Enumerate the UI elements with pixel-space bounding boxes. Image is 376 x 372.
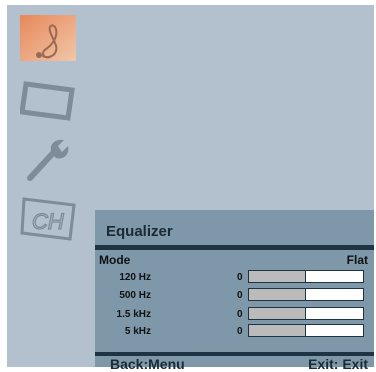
band-slider[interactable] [248, 324, 364, 337]
menu-screen: CH Equalizer Mode Flat 120 Hz 0 500 Hz 0… [7, 5, 374, 372]
band-slider[interactable] [248, 288, 364, 301]
band-value: 0 [237, 326, 243, 337]
band-slider-fill [249, 325, 306, 336]
band-row-5khz[interactable]: 5 kHz 0 [95, 324, 374, 340]
band-label: 5 kHz [124, 326, 151, 337]
mode-label: Mode [99, 253, 131, 267]
panel-title: Equalizer [106, 223, 173, 240]
tv-screen-icon [20, 81, 75, 121]
band-slider[interactable] [248, 307, 364, 320]
equalizer-panel: Equalizer Mode Flat 120 Hz 0 500 Hz 0 1.… [95, 210, 374, 372]
sidebar-item-setup[interactable] [20, 136, 76, 182]
band-value: 0 [237, 290, 243, 301]
channel-icon: CH [20, 197, 76, 241]
band-slider-fill [249, 308, 306, 319]
channel-icon-label: CH [32, 209, 64, 234]
band-label: 500 Hz [119, 290, 151, 301]
band-label: 120 Hz [119, 272, 151, 283]
sidebar-item-channel[interactable]: CH [20, 195, 76, 241]
divider [95, 245, 374, 250]
sidebar-item-picture[interactable] [20, 76, 76, 122]
mode-value[interactable]: Flat [347, 253, 368, 267]
band-row-500hz[interactable]: 500 Hz 0 [95, 288, 374, 304]
band-row-120hz[interactable]: 120 Hz 0 [95, 270, 374, 286]
band-label: 1.5 kHz [116, 309, 151, 320]
band-slider-fill [249, 289, 306, 300]
band-slider-fill [249, 271, 306, 282]
band-value: 0 [237, 309, 243, 320]
band-slider[interactable] [248, 270, 364, 283]
music-note-icon [20, 15, 76, 61]
band-value: 0 [237, 272, 243, 283]
wrench-icon [27, 139, 69, 181]
sidebar-item-audio[interactable] [20, 15, 76, 61]
band-row-1-5khz[interactable]: 1.5 kHz 0 [95, 307, 374, 323]
